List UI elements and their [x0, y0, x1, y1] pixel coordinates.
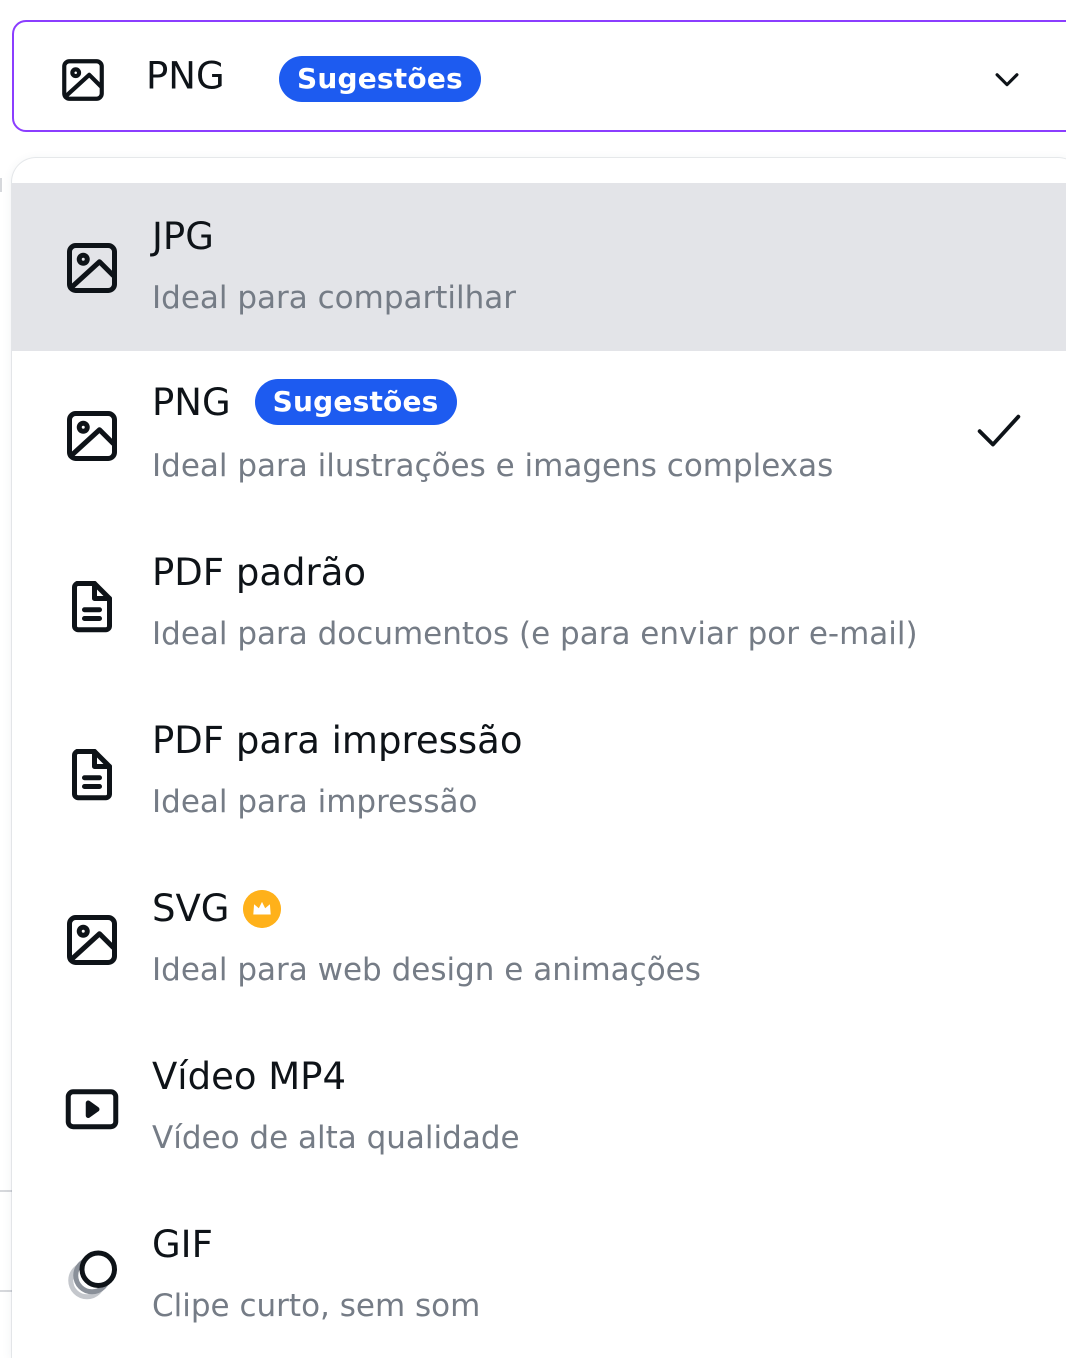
menu-item-title: GIF: [152, 1223, 213, 1266]
menu-item-pdf-standard[interactable]: PDF padrão Ideal para documentos (e para…: [12, 519, 1066, 687]
page-edge-line: [0, 1290, 12, 1292]
menu-item-description: Ideal para web design e animações: [152, 952, 701, 988]
menu-item-title: SVG: [152, 887, 282, 930]
page-edge-line: [0, 178, 2, 192]
menu-item-title: PNG Sugestões: [152, 379, 457, 425]
menu-item-description: Ideal para impressão: [152, 784, 478, 820]
menu-item-title: PDF padrão: [152, 551, 367, 594]
menu-item-description: Clipe curto, sem som: [152, 1288, 481, 1324]
menu-item-description: Ideal para compartilhar: [152, 280, 517, 316]
premium-crown-icon: [243, 889, 282, 928]
menu-item-title: Vídeo MP4: [152, 1055, 347, 1098]
file-type-select[interactable]: PNG Sugestões: [12, 20, 1066, 132]
suggestion-badge: Sugestões: [279, 56, 481, 102]
menu-item-pdf-print[interactable]: PDF para impressão Ideal para impressão: [12, 687, 1066, 855]
document-icon: [72, 749, 112, 801]
menu-item-svg[interactable]: SVG Ideal para web design e animações: [12, 855, 1066, 1023]
image-icon: [67, 243, 117, 293]
suggestion-badge: Sugestões: [254, 379, 457, 425]
menu-item-description: Ideal para ilustrações e imagens complex…: [152, 448, 834, 484]
menu-item-gif[interactable]: GIF Clipe curto, sem som: [12, 1191, 1066, 1358]
file-type-menu: JPG Ideal para compartilhar PNG Sugestõe…: [12, 158, 1066, 1358]
image-icon: [62, 59, 104, 101]
checkmark-icon: [977, 414, 1021, 447]
gif-icon: [68, 1250, 117, 1300]
page-edge-line: [0, 1190, 12, 1192]
menu-item-mp4[interactable]: Vídeo MP4 Vídeo de alta qualidade: [12, 1023, 1066, 1191]
menu-item-description: Ideal para documentos (e para enviar por…: [152, 616, 918, 652]
chevron-down-icon[interactable]: [990, 62, 1024, 96]
video-icon: [65, 1089, 119, 1130]
menu-item-description: Vídeo de alta qualidade: [152, 1120, 520, 1156]
selected-file-type: PNG: [146, 54, 225, 98]
document-icon: [72, 581, 112, 633]
menu-item-jpg[interactable]: JPG Ideal para compartilhar: [12, 183, 1066, 351]
menu-item-png[interactable]: PNG Sugestões Ideal para ilustrações e i…: [12, 351, 1066, 519]
menu-item-title: PDF para impressão: [152, 719, 523, 762]
menu-item-title: JPG: [152, 215, 214, 258]
image-icon: [67, 411, 117, 461]
image-icon: [67, 915, 117, 965]
